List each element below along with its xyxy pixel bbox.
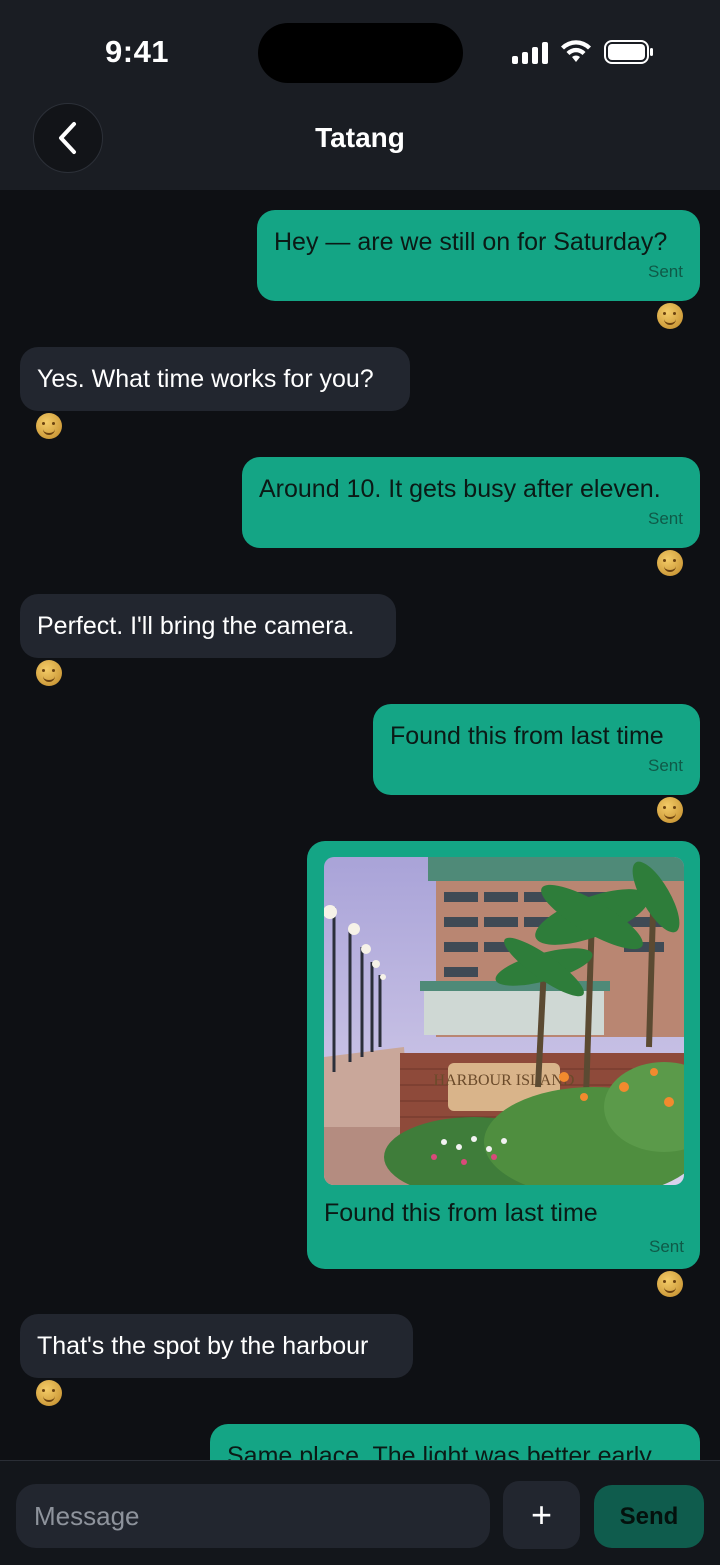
smiling-face-icon[interactable] bbox=[657, 303, 683, 329]
status-icons bbox=[512, 40, 654, 64]
battery-icon bbox=[604, 40, 653, 64]
sent-status: Sent bbox=[648, 509, 683, 528]
message-list[interactable]: Hey — are we still on for Saturday? Sent… bbox=[0, 190, 720, 1460]
message-text: Same place. The light was better early bbox=[227, 1442, 652, 1460]
message-text: Around 10. It gets busy after eleven. bbox=[259, 475, 661, 503]
smiling-face-icon[interactable] bbox=[657, 797, 683, 823]
sent-status: Sent bbox=[648, 262, 683, 281]
message-incoming: That's the spot by the harbour bbox=[20, 1314, 413, 1411]
send-button[interactable]: Send bbox=[594, 1485, 704, 1548]
message-incoming: Perfect. I'll bring the camera. bbox=[20, 594, 396, 691]
conversation-header: Tatang bbox=[0, 100, 720, 190]
message-text: Found this from last time bbox=[324, 1199, 598, 1227]
add-attachment-button[interactable]: + bbox=[503, 1481, 580, 1549]
message-text: Yes. What time works for you? bbox=[37, 365, 374, 393]
smiling-face-icon[interactable] bbox=[36, 413, 62, 439]
message-outgoing-photo: HARBOUR ISLAND Found this from last time… bbox=[307, 841, 700, 1302]
message-bubble[interactable]: Found this from last time Sent bbox=[373, 704, 700, 795]
dynamic-island bbox=[258, 23, 463, 83]
message-outgoing: Hey — are we still on for Saturday? Sent bbox=[257, 210, 700, 334]
status-time: 9:41 bbox=[105, 34, 170, 69]
message-outgoing: Same place. The light was better early bbox=[210, 1424, 700, 1460]
smiling-face-icon[interactable] bbox=[36, 1380, 62, 1406]
message-bubble[interactable]: Hey — are we still on for Saturday? Sent bbox=[257, 210, 700, 301]
message-bubble[interactable]: Yes. What time works for you? bbox=[20, 347, 410, 411]
harbour-photo[interactable]: HARBOUR ISLAND bbox=[324, 857, 684, 1185]
sign-text: HARBOUR ISLAND bbox=[434, 1072, 575, 1089]
message-text: Found this from last time bbox=[390, 722, 664, 750]
sent-status: Sent bbox=[649, 1237, 684, 1256]
message-bubble[interactable]: That's the spot by the harbour bbox=[20, 1314, 413, 1378]
cellular-signal-icon bbox=[512, 42, 548, 64]
message-bubble[interactable]: Around 10. It gets busy after eleven. Se… bbox=[242, 457, 700, 548]
sent-status: Sent bbox=[648, 756, 683, 775]
message-bubble[interactable]: Perfect. I'll bring the camera. bbox=[20, 594, 396, 658]
message-bubble[interactable]: HARBOUR ISLAND Found this from last time… bbox=[307, 841, 700, 1269]
message-composer: + Send bbox=[0, 1460, 720, 1565]
smiling-face-icon[interactable] bbox=[657, 550, 683, 576]
message-incoming: Yes. What time works for you? bbox=[20, 347, 410, 444]
smiling-face-icon[interactable] bbox=[36, 660, 62, 686]
message-text: That's the spot by the harbour bbox=[37, 1332, 369, 1360]
contact-name[interactable]: Tatang bbox=[0, 122, 720, 154]
message-input[interactable] bbox=[16, 1484, 490, 1548]
message-outgoing: Around 10. It gets busy after eleven. Se… bbox=[242, 457, 700, 581]
message-text: Hey — are we still on for Saturday? bbox=[274, 228, 668, 256]
message-bubble[interactable]: Same place. The light was better early bbox=[210, 1424, 700, 1460]
message-text: Perfect. I'll bring the camera. bbox=[37, 612, 355, 640]
wifi-icon bbox=[561, 40, 591, 62]
message-outgoing: Found this from last time Sent bbox=[373, 704, 700, 828]
smiling-face-icon[interactable] bbox=[657, 1271, 683, 1297]
status-bar: 9:41 bbox=[0, 0, 720, 100]
